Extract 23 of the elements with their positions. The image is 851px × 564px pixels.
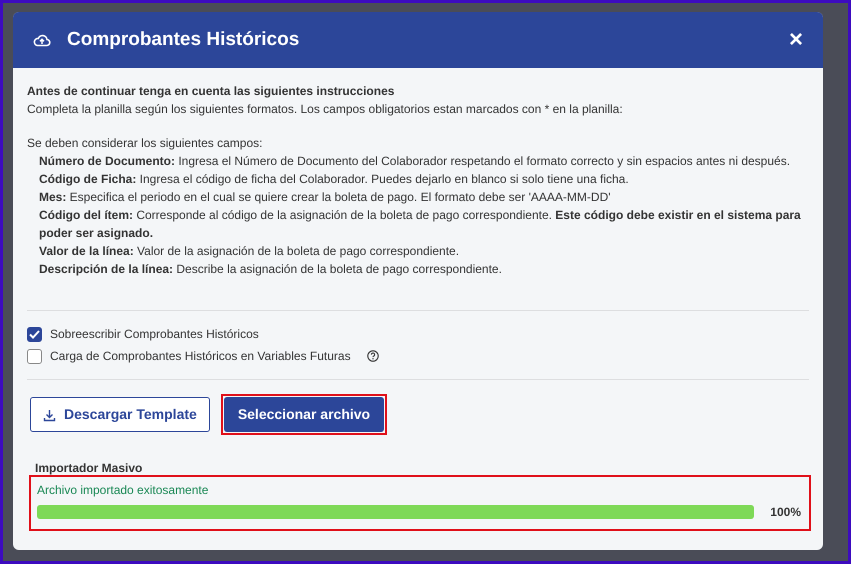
checkbox-label: Carga de Comprobantes Históricos en Variables Futuras [50,348,351,365]
instructions-heading: Antes de continuar tenga en cuenta las siguientes instrucciones [27,83,396,100]
progress-reading: 100% [770,504,801,521]
status-message: Archivo importado exitosamente [37,482,210,499]
field-description: Código de Ficha: Ingresa el código de ficha del Colaborador. Puedes dejarlo en blanco si solo tiene una ficha. [38,171,630,188]
field-description: Código del ítem: Corresponde al código de la asignación de la boleta de pago correspondiente. Este código debe existir en el sistema para poder ser asignado. [38,207,802,242]
modal-title: Comprobantes Históricos [67,28,300,52]
download-button[interactable]: Descargar Template [30,397,210,432]
checkbox[interactable] [27,348,42,364]
close-button[interactable]: × [788,28,803,52]
select-file-button[interactable]: Seleccionar archivo [224,397,384,432]
checkbox[interactable] [27,326,42,342]
cloud-upload-icon [33,33,51,47]
fields-intro: Se deben considerar los siguientes campos: [27,135,264,152]
instructions-text: Completa la planilla según los siguientes formatos. Los campos obligatorios estan marcados con * en la planilla: [27,101,624,118]
checkbox-label: Sobreescribir Comprobantes Históricos [50,326,259,343]
download-icon [43,408,56,422]
importer-title: Importador Masivo [35,460,144,477]
field-description: Número de Documento: Ingresa el Número de Documento del Colaborador respetando el formato correcto y sin espacios antes ni después. [38,153,792,170]
field-description: Mes: Especifica el periodo en el cual se quiere crear la boleta de pago. El formato debe ser 'AAAA-MM-DD' [38,189,612,206]
field-description: Descripción de la línea: Describe la asignación de la boleta de pago correspondiente. [38,261,503,278]
field-description: Valor de la línea: Valor de la asignación de la boleta de pago correspondiente. [38,243,460,260]
help-icon[interactable] [366,350,379,362]
